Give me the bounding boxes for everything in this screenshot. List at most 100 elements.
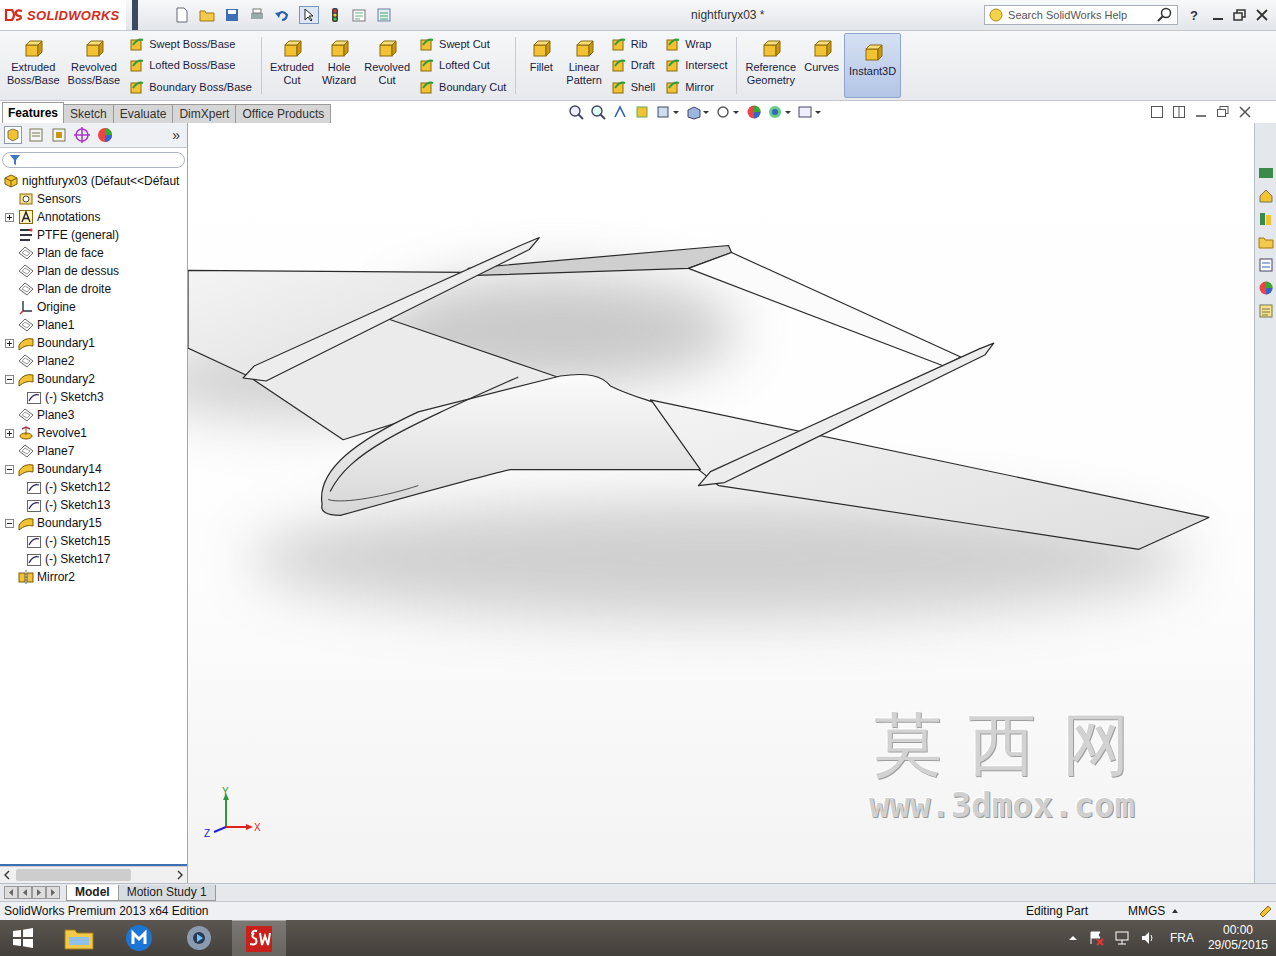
model-tab[interactable]: Motion Study 1	[118, 885, 216, 901]
tree-item[interactable]: Sensors	[0, 190, 187, 208]
input-language[interactable]: FRA	[1166, 931, 1198, 945]
taskbar-app[interactable]	[172, 920, 226, 956]
ribbon-button[interactable]: Curves	[801, 33, 842, 98]
tree-item[interactable]: Boundary2	[0, 370, 187, 388]
command-tab[interactable]: Evaluate	[113, 104, 174, 123]
scene-icon[interactable]	[768, 104, 792, 120]
doc-minimize-icon[interactable]	[1194, 105, 1208, 119]
tab-scroll-arrows-icon[interactable]	[4, 886, 60, 899]
expand-icon[interactable]	[5, 339, 14, 348]
graphics-area[interactable]: 莫西网www.3dmox.comYZX	[188, 123, 1254, 883]
collapse-icon[interactable]	[5, 375, 14, 384]
resources-icon[interactable]	[1258, 165, 1274, 181]
start-button[interactable]	[0, 926, 46, 950]
menu-arrow[interactable]	[132, 0, 138, 30]
ribbon-small-button[interactable]: Boundary Boss/Base	[129, 79, 252, 95]
view-settings-icon[interactable]	[798, 104, 822, 120]
tree-item[interactable]: nightfuryx03 (Défaut<<Défaut	[0, 172, 187, 190]
feature-tree-icon[interactable]	[4, 126, 22, 144]
volume-icon[interactable]	[1140, 930, 1156, 946]
ribbon-button[interactable]: Fillet	[521, 33, 561, 98]
tail-plane-face[interactable]	[688, 252, 960, 366]
ribbon-button[interactable]: ReferenceGeometry	[742, 33, 799, 98]
model-tab[interactable]: Model	[66, 885, 119, 901]
ribbon-small-button[interactable]: Lofted Boss/Base	[129, 57, 252, 73]
command-tab[interactable]: Office Products	[235, 104, 331, 123]
scroll-right-icon[interactable]	[175, 869, 185, 881]
quick-tips-icon[interactable]	[1258, 904, 1272, 918]
tree-item[interactable]: (-) Sketch12	[0, 478, 187, 496]
zoom-fit-icon[interactable]	[568, 104, 584, 120]
zoom-area-icon[interactable]	[590, 104, 606, 120]
units-selector[interactable]: MMGS	[1128, 904, 1248, 918]
tree-item[interactable]: Plan de droite	[0, 280, 187, 298]
display-style-icon[interactable]	[686, 104, 710, 120]
hide-show-icon[interactable]	[716, 104, 740, 120]
axis-triad[interactable]: YZX	[202, 787, 266, 847]
tree-item[interactable]: Plan de face	[0, 244, 187, 262]
property-manager-icon[interactable]	[27, 126, 45, 144]
ribbon-small-button[interactable]: Intersect	[665, 57, 727, 73]
ribbon-button[interactable]: HoleWizard	[319, 33, 359, 98]
undo-icon[interactable]	[274, 7, 290, 23]
network-icon[interactable]	[1114, 930, 1130, 946]
display-manager-icon[interactable]	[96, 126, 114, 144]
tree-item[interactable]: Boundary14	[0, 460, 187, 478]
taskbar-app[interactable]	[52, 920, 106, 956]
tree-item[interactable]: Plan de dessus	[0, 262, 187, 280]
tree-item[interactable]: Boundary1	[0, 334, 187, 352]
clock[interactable]: 00:0029/05/2015	[1208, 923, 1268, 953]
ribbon-small-button[interactable]: Mirror	[665, 79, 727, 95]
expand-icon[interactable]	[5, 429, 14, 438]
appearances-icon[interactable]	[1258, 280, 1274, 296]
tree-item[interactable]: Origine	[0, 298, 187, 316]
solidworks-logo[interactable]: SOLIDWORKS	[0, 0, 126, 30]
tree-item[interactable]: Annotations	[0, 208, 187, 226]
single-view-icon[interactable]	[1150, 105, 1164, 119]
dimxpert-manager-icon[interactable]	[73, 126, 91, 144]
fuselage[interactable]	[322, 374, 701, 515]
command-tab[interactable]: DimXpert	[172, 104, 236, 123]
taskbar-app[interactable]	[112, 920, 166, 956]
tree-item[interactable]: (-) Sketch3	[0, 388, 187, 406]
file-properties-icon[interactable]	[351, 7, 367, 23]
ribbon-small-button[interactable]: Lofted Cut	[419, 57, 506, 73]
tree-item[interactable]: Mirror2	[0, 568, 187, 586]
scroll-left-icon[interactable]	[2, 869, 12, 881]
doc-close-icon[interactable]	[1238, 105, 1252, 119]
select-pointer-icon[interactable]	[299, 6, 319, 24]
new-document-icon[interactable]	[174, 7, 190, 23]
previous-view-icon[interactable]	[612, 104, 628, 120]
ribbon-button[interactable]: ExtrudedCut	[267, 33, 317, 98]
command-tab[interactable]: Sketch	[63, 104, 114, 123]
print-icon[interactable]	[249, 7, 265, 23]
close-icon[interactable]	[1254, 8, 1270, 22]
ribbon-small-button[interactable]: Boundary Cut	[419, 79, 506, 95]
ribbon-button[interactable]: RevolvedBoss/Base	[65, 33, 124, 98]
tree-item[interactable]: (-) Sketch15	[0, 532, 187, 550]
show-hidden-icons-icon[interactable]	[1068, 933, 1078, 943]
right-tail-boom[interactable]	[698, 343, 993, 485]
tree-item[interactable]: (-) Sketch13	[0, 496, 187, 514]
tree-item[interactable]: PTFE (general)	[0, 226, 187, 244]
view-orientation-icon[interactable]	[656, 104, 680, 120]
collapse-icon[interactable]	[5, 465, 14, 474]
collapse-icon[interactable]	[5, 519, 14, 528]
doc-restore-icon[interactable]	[1216, 105, 1230, 119]
save-icon[interactable]	[224, 7, 240, 23]
magnifier-icon[interactable]	[1157, 7, 1173, 23]
scroll-thumb[interactable]	[16, 869, 131, 881]
tree-item[interactable]: Boundary15	[0, 514, 187, 532]
tree-item[interactable]: Plane2	[0, 352, 187, 370]
action-center-icon[interactable]	[1088, 930, 1104, 946]
minimize-icon[interactable]	[1210, 8, 1226, 22]
more-tabs-button[interactable]: »	[172, 127, 183, 143]
ribbon-small-button[interactable]: Wrap	[665, 36, 727, 52]
appearance-icon[interactable]	[746, 104, 762, 120]
view-palette-icon[interactable]	[1258, 257, 1274, 273]
ribbon-small-button[interactable]: Swept Cut	[419, 36, 506, 52]
ribbon-small-button[interactable]: Rib	[611, 36, 655, 52]
taskbar-app[interactable]	[232, 920, 286, 956]
tree-item[interactable]: Revolve1	[0, 424, 187, 442]
home-icon[interactable]	[1258, 188, 1274, 204]
